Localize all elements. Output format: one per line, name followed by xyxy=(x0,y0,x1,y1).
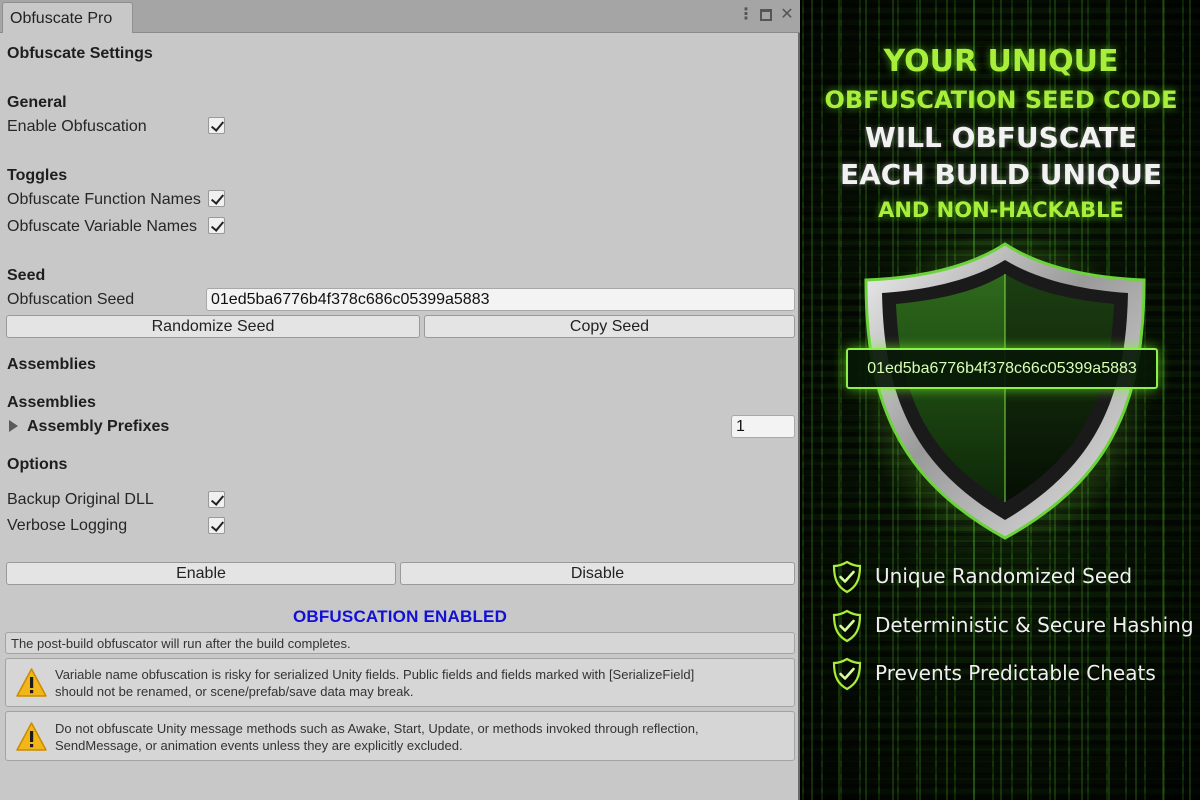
close-icon[interactable]: ✕ xyxy=(780,7,794,23)
promo-headline-line2: OBFUSCATION SEED CODE xyxy=(824,86,1178,114)
warning-text-line2: should not be renamed, or scene/prefab/s… xyxy=(55,684,414,699)
warning-text-line1: Do not obfuscate Unity message methods s… xyxy=(55,721,699,736)
editor-window: Obfuscate Pro ⋮ ✕ Obfuscate Settings Gen… xyxy=(0,0,800,800)
copy-seed-button[interactable]: Copy Seed xyxy=(424,315,795,338)
options-header: Options xyxy=(7,456,68,473)
settings-title: Obfuscate Settings xyxy=(7,45,153,62)
seed-header: Seed xyxy=(7,267,46,284)
shield-check-icon xyxy=(832,560,862,594)
window-tab[interactable]: Obfuscate Pro xyxy=(2,2,133,33)
variable-names-checkbox[interactable] xyxy=(208,217,225,234)
feature-label: Deterministic & Secure Hashing xyxy=(875,613,1194,637)
verbose-logging-label: Verbose Logging xyxy=(7,517,128,534)
variable-names-label: Obfuscate Variable Names xyxy=(7,218,198,235)
assembly-prefixes-count-input[interactable]: 1 xyxy=(731,415,795,438)
general-header: General xyxy=(7,94,67,111)
promo-headline-line3: WILL OBFUSCATE xyxy=(864,121,1138,154)
foldout-arrow-icon[interactable] xyxy=(9,420,18,432)
promo-headline-line1: YOUR UNIQUE xyxy=(883,44,1119,79)
window-tab-bar: Obfuscate Pro ⋮ ✕ xyxy=(0,0,800,33)
function-names-checkbox[interactable] xyxy=(208,190,225,207)
more-options-icon[interactable]: ⋮ xyxy=(738,7,754,23)
warning-helpbox-serialized-fields: Variable name obfuscation is risky for s… xyxy=(5,658,795,707)
shield-check-icon xyxy=(832,657,862,691)
warning-text-line2: SendMessage, or animation events unless … xyxy=(55,738,463,753)
backup-dll-checkbox[interactable] xyxy=(208,491,225,508)
toggles-header: Toggles xyxy=(7,167,68,184)
warning-icon xyxy=(16,722,47,751)
warning-icon xyxy=(16,668,47,697)
obfuscation-status-label: OBFUSCATION ENABLED xyxy=(292,607,508,626)
warning-text-line1: Variable name obfuscation is risky for s… xyxy=(55,667,695,682)
seed-label: Obfuscation Seed xyxy=(7,291,135,308)
info-text: The post-build obfuscator will run after… xyxy=(11,636,351,651)
promo-headline-line4: EACH BUILD UNIQUE xyxy=(839,158,1163,191)
shield-icon xyxy=(856,238,1154,544)
promo-headline-line5: AND NON-HACKABLE xyxy=(878,198,1124,222)
enable-obfuscation-checkbox[interactable] xyxy=(208,117,225,134)
seed-input[interactable]: 01ed5ba6776b4f378c686c05399a5883 xyxy=(206,288,795,311)
function-names-label: Obfuscate Function Names xyxy=(7,191,201,208)
assembly-prefixes-foldout[interactable]: Assembly Prefixes xyxy=(27,418,169,436)
info-helpbox: The post-build obfuscator will run after… xyxy=(5,632,795,654)
maximize-icon[interactable] xyxy=(760,9,772,21)
verbose-logging-checkbox[interactable] xyxy=(208,517,225,534)
randomize-seed-button[interactable]: Randomize Seed xyxy=(6,315,420,338)
promo-panel: YOUR UNIQUE OBFUSCATION SEED CODE WILL O… xyxy=(802,0,1200,800)
promo-seed-code: 01ed5ba6776b4f378c66c05399a5883 xyxy=(846,348,1158,389)
shield-check-icon xyxy=(832,609,862,643)
warning-helpbox-message-methods: Do not obfuscate Unity message methods s… xyxy=(5,711,795,761)
feature-label: Unique Randomized Seed xyxy=(875,564,1133,588)
enable-obfuscation-label: Enable Obfuscation xyxy=(7,118,147,135)
enable-button[interactable]: Enable xyxy=(6,562,396,585)
assemblies-header: Assemblies xyxy=(7,394,96,411)
backup-dll-label: Backup Original DLL xyxy=(7,491,154,508)
disable-button[interactable]: Disable xyxy=(400,562,795,585)
assemblies-section-header: Assemblies xyxy=(7,356,96,373)
window-controls: ⋮ ✕ xyxy=(738,7,794,23)
feature-label: Prevents Predictable Cheats xyxy=(875,661,1156,685)
